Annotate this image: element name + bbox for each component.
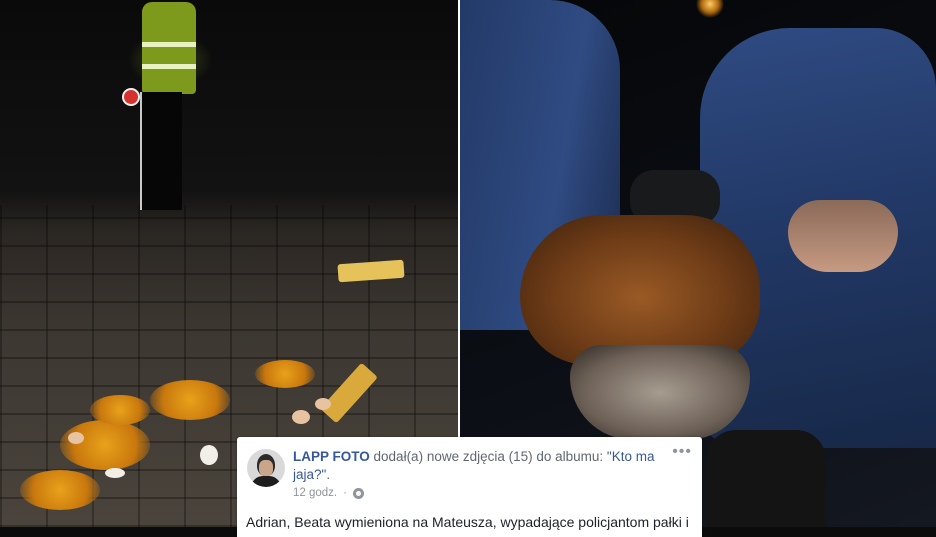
facebook-post-card: LAPP FOTO dodał(a) nowe zdjęcia (15) do … (237, 437, 702, 537)
egg-splatter (150, 380, 230, 420)
officer-face (788, 200, 898, 272)
fur-hat (520, 215, 760, 365)
egg-shell (105, 468, 125, 478)
man-beard (570, 345, 750, 440)
police-stop-sign (122, 88, 140, 106)
post-body-text: Adrian, Beata wymieniona na Mateusza, wy… (246, 514, 689, 530)
black-glove (706, 430, 826, 527)
egg-shell (68, 432, 84, 444)
post-action-end: . (326, 467, 331, 482)
globe-icon[interactable] (352, 487, 364, 499)
post-header: LAPP FOTO dodał(a) nowe zdjęcia (15) do … (293, 448, 665, 484)
egg-shell (200, 445, 218, 465)
egg-splatter (255, 360, 315, 388)
post-action-text: dodał(a) nowe zdjęcia (15) do albumu: (373, 449, 607, 464)
post-timestamp[interactable]: 12 godz. (293, 487, 337, 499)
egg-splatter (60, 420, 150, 470)
author-link[interactable]: LAPP FOTO (293, 449, 370, 464)
avatar[interactable] (247, 449, 285, 487)
meta-separator: · (343, 487, 347, 499)
officer-reflective-vest (142, 2, 196, 94)
egg-shell (315, 398, 331, 410)
officer-silhouette (140, 92, 182, 210)
post-meta: 12 godz. · (293, 487, 364, 499)
egg-splatter (20, 470, 100, 510)
egg-splatter (90, 395, 150, 425)
egg-shell (292, 410, 310, 424)
more-options-icon[interactable]: ••• (672, 444, 692, 460)
